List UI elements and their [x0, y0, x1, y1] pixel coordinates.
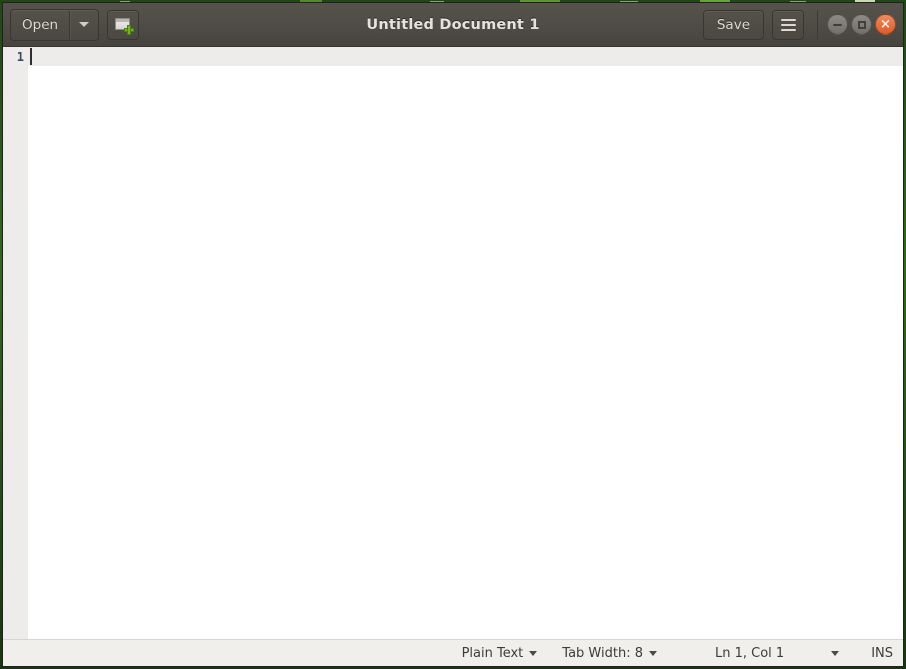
main-menu-button[interactable] — [772, 9, 804, 40]
chevron-down-icon — [529, 650, 538, 656]
hamburger-menu-icon — [780, 18, 796, 31]
close-icon: × — [880, 16, 891, 32]
current-line-highlight — [28, 47, 903, 66]
status-bar: Plain Text Tab Width: 8 Ln 1, Col 1 INS — [3, 639, 903, 666]
cursor-position-label: Ln 1, Col 1 — [714, 645, 785, 661]
open-button[interactable]: Open — [11, 11, 69, 39]
chevron-down-icon — [831, 650, 840, 656]
insert-mode-label: INS — [871, 645, 893, 661]
cursor-position: Ln 1, Col 1 — [715, 646, 784, 661]
save-button[interactable]: Save — [702, 9, 764, 40]
chevron-down-icon — [648, 650, 657, 656]
tab-width-label: Tab Width: 8 — [562, 645, 643, 661]
new-document-icon — [114, 17, 134, 35]
window-controls: × — [817, 9, 896, 40]
position-dropdown-button[interactable] — [831, 650, 840, 656]
maximize-icon — [857, 20, 866, 29]
language-label: Plain Text — [461, 645, 524, 661]
maximize-button[interactable] — [851, 14, 872, 35]
text-editor-area[interactable]: 1 — [3, 47, 903, 639]
line-number: 1 — [16, 50, 24, 64]
minimize-button[interactable] — [827, 14, 848, 35]
open-split-button[interactable]: Open — [10, 8, 100, 41]
close-button[interactable]: × — [875, 14, 896, 35]
chevron-down-icon — [79, 22, 90, 27]
new-document-button[interactable] — [107, 9, 140, 40]
text-input-area[interactable] — [28, 47, 903, 639]
open-dropdown-button[interactable] — [70, 11, 98, 39]
language-selector[interactable]: Plain Text — [462, 646, 538, 661]
text-cursor — [30, 48, 32, 65]
gedit-window: Open Untitled Document 1 Save × 1 Plain … — [3, 3, 903, 666]
tab-width-selector[interactable]: Tab Width: 8 — [562, 646, 657, 661]
window-titlebar: Open Untitled Document 1 Save × — [3, 3, 903, 47]
insert-mode-indicator: INS — [871, 646, 893, 661]
minimize-icon — [833, 23, 842, 26]
line-number-gutter: 1 — [3, 47, 28, 639]
